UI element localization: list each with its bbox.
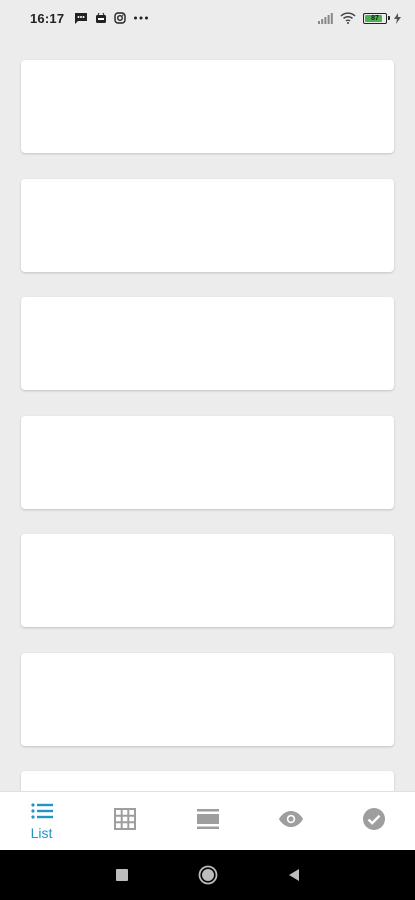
list-icon bbox=[30, 802, 53, 824]
status-bar: 16:17 87 bbox=[0, 0, 415, 36]
battery-icon: 87 bbox=[363, 12, 390, 24]
home-icon[interactable] bbox=[196, 863, 220, 887]
status-left: 16:17 bbox=[30, 11, 149, 26]
status-right: 87 bbox=[318, 12, 401, 24]
more-dots-icon bbox=[133, 15, 149, 21]
message-icon bbox=[74, 12, 88, 24]
app-screen: 16:17 87 List bbox=[0, 0, 415, 900]
list-card[interactable] bbox=[21, 178, 394, 272]
list-card[interactable] bbox=[21, 534, 394, 627]
recents-icon[interactable] bbox=[110, 863, 134, 887]
card-list[interactable] bbox=[21, 60, 394, 890]
bottom-navigation: List bbox=[0, 791, 415, 850]
nav-item-list[interactable]: List bbox=[0, 792, 83, 850]
nav-item-grid[interactable] bbox=[83, 792, 166, 850]
signal-icon bbox=[318, 12, 333, 24]
eye-icon bbox=[278, 810, 303, 832]
notification-app-icon bbox=[95, 12, 107, 24]
back-icon[interactable] bbox=[282, 863, 306, 887]
list-card[interactable] bbox=[21, 60, 394, 153]
list-card[interactable] bbox=[21, 297, 394, 390]
wifi-icon bbox=[340, 12, 356, 24]
list-card[interactable] bbox=[21, 415, 394, 509]
status-time: 16:17 bbox=[30, 10, 65, 26]
battery-level: 87 bbox=[371, 14, 379, 22]
system-navigation-bar bbox=[0, 850, 415, 900]
check-circle-icon bbox=[362, 807, 385, 835]
grid-icon bbox=[113, 807, 136, 835]
nav-item-eye[interactable] bbox=[249, 792, 332, 850]
charging-icon bbox=[394, 12, 401, 24]
list-card[interactable] bbox=[21, 652, 394, 746]
nav-item-rows[interactable] bbox=[166, 792, 249, 850]
rows-icon bbox=[196, 808, 219, 834]
instagram-icon bbox=[114, 12, 126, 24]
nav-label-list: List bbox=[30, 824, 53, 841]
nav-item-check[interactable] bbox=[332, 792, 415, 850]
